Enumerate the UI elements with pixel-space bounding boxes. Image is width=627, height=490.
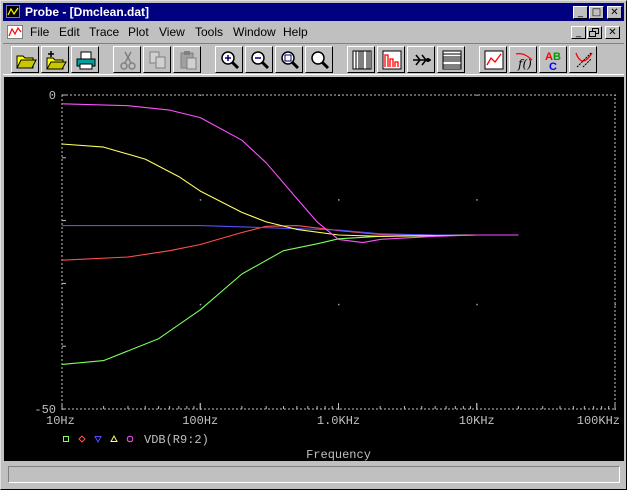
close-button[interactable]: ✕ bbox=[607, 6, 622, 19]
series-line-1 bbox=[61, 234, 519, 365]
window-title: Probe - [Dmclean.dat] bbox=[25, 5, 150, 19]
document-minimize-button[interactable]: _ bbox=[571, 26, 586, 39]
legend-marker-circle bbox=[126, 435, 134, 443]
eval-goal-function-icon: f() bbox=[515, 52, 533, 71]
minimize-button[interactable]: _ bbox=[573, 6, 588, 19]
paste-icon bbox=[180, 51, 197, 70]
fourier-button[interactable] bbox=[377, 46, 405, 73]
menu-help[interactable]: Help bbox=[283, 25, 308, 39]
probe-app-icon[interactable] bbox=[6, 5, 20, 18]
grid-dot bbox=[476, 199, 478, 201]
document-restore-button[interactable] bbox=[587, 26, 602, 39]
x-tick-label: 1.0KHz bbox=[317, 414, 360, 428]
y-tick-label: 0 bbox=[49, 89, 56, 103]
maximize-button[interactable]: □ bbox=[589, 6, 604, 19]
copy-icon bbox=[149, 51, 166, 69]
document-close-button[interactable]: ✕ bbox=[605, 26, 620, 39]
log-x-axis-icon bbox=[352, 50, 372, 70]
svg-text:C: C bbox=[549, 61, 557, 71]
svg-text:f(): f() bbox=[517, 57, 532, 71]
log-y-axis-button[interactable] bbox=[437, 46, 465, 73]
legend-marker-triangle-up bbox=[110, 434, 118, 442]
status-bar bbox=[4, 463, 624, 487]
series-line-3 bbox=[62, 225, 519, 236]
log-y-axis-icon bbox=[442, 50, 462, 70]
grid-dot bbox=[199, 199, 202, 201]
new-plot-button[interactable] bbox=[41, 46, 69, 73]
fourier-icon bbox=[382, 50, 402, 70]
performance-analysis-button[interactable] bbox=[407, 46, 435, 73]
grid-dot bbox=[614, 94, 616, 96]
series-line-5 bbox=[61, 103, 519, 244]
grid-dot bbox=[476, 303, 478, 306]
eval-goal-function-button[interactable]: f() bbox=[509, 46, 537, 73]
print-icon bbox=[76, 51, 96, 70]
text-label-button[interactable]: ABC bbox=[539, 46, 567, 73]
grid-dot bbox=[338, 94, 340, 96]
open-file-button[interactable] bbox=[11, 46, 39, 73]
menu-bar: File Edit Trace Plot View Tools Window H… bbox=[3, 22, 624, 42]
zoom-area-icon bbox=[281, 51, 300, 70]
plot-frame bbox=[61, 94, 616, 410]
copy-button[interactable] bbox=[143, 46, 171, 73]
paste-button[interactable] bbox=[173, 46, 201, 73]
grid-dot bbox=[199, 303, 202, 306]
menu-view[interactable]: View bbox=[159, 25, 185, 39]
zoom-fit-icon bbox=[311, 51, 330, 70]
toolbar: f() ABC bbox=[3, 43, 624, 75]
mark-data-points-icon bbox=[575, 52, 593, 68]
x-tick-label: 100KHz bbox=[577, 414, 620, 428]
grid-dot bbox=[61, 199, 63, 201]
y-tick-label: -50 bbox=[34, 403, 56, 417]
add-trace-icon bbox=[484, 50, 504, 70]
zoom-fit-button[interactable] bbox=[305, 46, 333, 73]
status-field bbox=[8, 466, 620, 483]
zoom-out-icon bbox=[251, 51, 270, 70]
menu-file[interactable]: File bbox=[30, 25, 49, 39]
x-tick-label: 100Hz bbox=[182, 414, 218, 428]
zoom-in-button[interactable] bbox=[215, 46, 243, 73]
menu-edit[interactable]: Edit bbox=[59, 25, 80, 39]
log-x-axis-button[interactable] bbox=[347, 46, 375, 73]
zoom-in-icon bbox=[221, 51, 240, 70]
add-trace-button[interactable] bbox=[479, 46, 507, 73]
zoom-area-button[interactable] bbox=[275, 46, 303, 73]
print-button[interactable] bbox=[71, 46, 99, 73]
probe-window: Probe - [Dmclean.dat] _ □ ✕ File Edit Tr… bbox=[0, 0, 627, 490]
legend-label: VDB(R9:2) bbox=[144, 433, 209, 447]
document-icon[interactable] bbox=[7, 25, 23, 39]
grid-dot bbox=[614, 199, 616, 201]
grid-dot bbox=[338, 303, 340, 306]
performance-analysis-icon bbox=[413, 54, 431, 66]
menu-plot[interactable]: Plot bbox=[128, 25, 149, 39]
grid-dot bbox=[338, 199, 340, 201]
legend-marker-triangle-down bbox=[94, 436, 102, 444]
plot-area[interactable]: 10Hz 100Hz 1.0KHz 10KHz 100KHz 0 -50 VDB(R9:2) F… bbox=[4, 77, 624, 462]
vdb-frequency-chart[interactable]: 10Hz 100Hz 1.0KHz 10KHz 100KHz0-50VDB(R9:2)F… bbox=[4, 77, 624, 462]
zoom-out-button[interactable] bbox=[245, 46, 273, 73]
new-plot-icon bbox=[46, 51, 67, 70]
cut-button[interactable] bbox=[113, 46, 141, 73]
grid-dot bbox=[614, 303, 616, 306]
menu-trace[interactable]: Trace bbox=[89, 25, 119, 39]
title-bar[interactable]: Probe - [Dmclean.dat] _ □ ✕ bbox=[3, 3, 624, 21]
grid-dot bbox=[61, 303, 63, 306]
x-tick-label: 10KHz bbox=[459, 414, 495, 428]
menu-tools[interactable]: Tools bbox=[195, 25, 223, 39]
mark-data-points-button[interactable] bbox=[569, 46, 597, 73]
cut-icon bbox=[120, 51, 136, 70]
x-axis-title: Frequency bbox=[306, 448, 371, 461]
grid-dot bbox=[476, 94, 478, 96]
open-file-icon bbox=[16, 55, 37, 69]
menu-window[interactable]: Window bbox=[233, 25, 276, 39]
grid-dot bbox=[199, 94, 202, 96]
legend-marker-square bbox=[63, 436, 69, 442]
series-line-2 bbox=[61, 225, 519, 261]
text-label-icon: A BC bbox=[545, 51, 561, 71]
legend-marker-diamond bbox=[78, 435, 86, 443]
